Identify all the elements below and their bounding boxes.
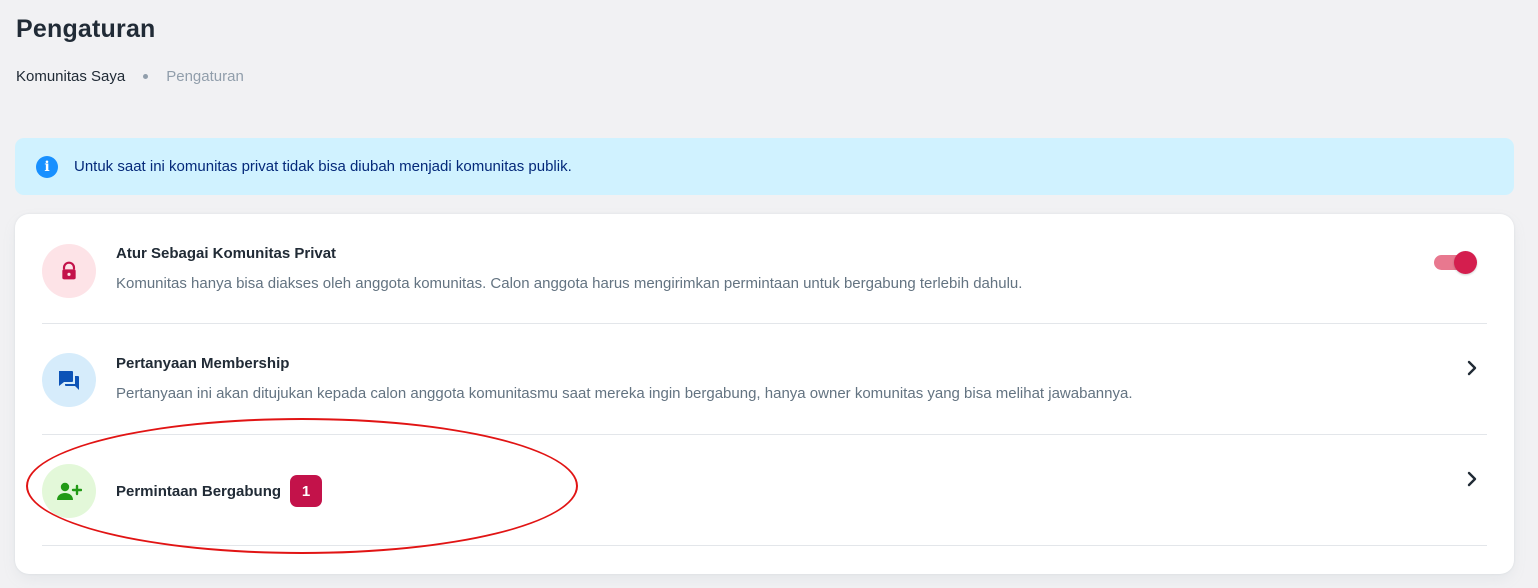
lock-icon	[42, 244, 96, 298]
setting-title: Atur Sebagai Komunitas Privat	[116, 245, 337, 262]
setting-title: Pertanyaan Membership	[116, 355, 290, 372]
add-user-icon	[42, 464, 96, 518]
setting-description: Komunitas hanya bisa diakses oleh anggot…	[116, 275, 1023, 292]
setting-join-requests[interactable]: Permintaan Bergabung 1	[42, 435, 1487, 546]
info-alert: i Untuk saat ini komunitas privat tidak …	[15, 138, 1514, 195]
info-icon: i	[36, 155, 58, 178]
chevron-right-icon[interactable]	[1465, 471, 1479, 487]
chevron-right-icon[interactable]	[1465, 360, 1479, 376]
breadcrumb: Komunitas Saya Pengaturan	[16, 68, 244, 85]
join-requests-title-wrap: Permintaan Bergabung 1	[116, 475, 323, 507]
alert-text: Untuk saat ini komunitas privat tidak bi…	[74, 158, 572, 175]
private-community-toggle[interactable]	[1434, 251, 1477, 274]
breadcrumb-item-current: Pengaturan	[166, 68, 244, 85]
page-title: Pengaturan	[16, 15, 156, 43]
request-count-badge: 1	[290, 475, 323, 507]
breadcrumb-item-komunitas-saya[interactable]: Komunitas Saya	[16, 68, 125, 85]
setting-membership-questions[interactable]: Pertanyaan Membership Pertanyaan ini aka…	[42, 324, 1487, 435]
toggle-knob	[1454, 251, 1477, 274]
setting-description: Pertanyaan ini akan ditujukan kepada cal…	[116, 385, 1133, 402]
breadcrumb-separator	[143, 74, 149, 79]
chat-bubbles-icon	[42, 353, 96, 407]
settings-card: Atur Sebagai Komunitas Privat Komunitas …	[15, 214, 1514, 574]
setting-private-community: Atur Sebagai Komunitas Privat Komunitas …	[42, 214, 1487, 324]
setting-title: Permintaan Bergabung	[116, 482, 282, 500]
